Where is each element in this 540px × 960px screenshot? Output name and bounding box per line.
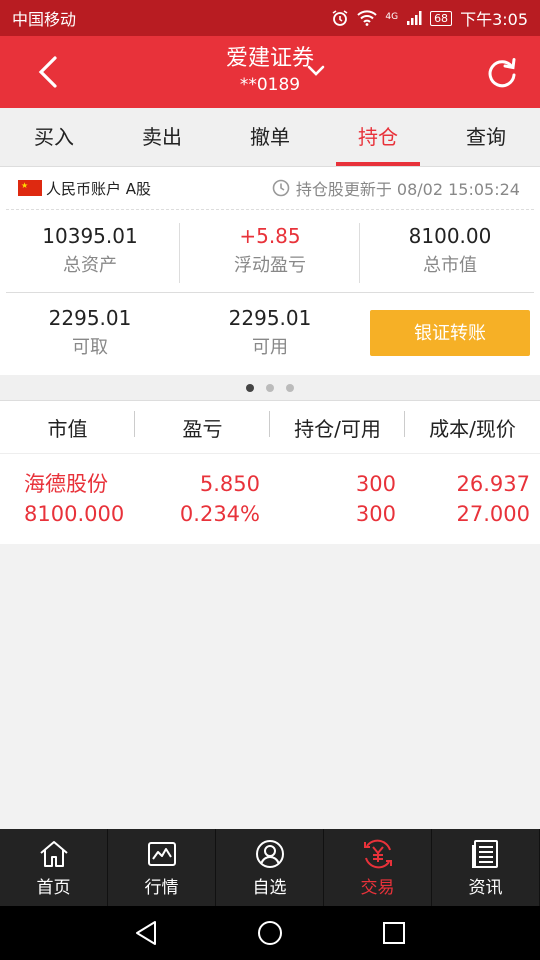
system-nav-bar	[0, 906, 540, 960]
stock-available: 300	[355, 502, 396, 526]
battery-icon: 68	[430, 10, 453, 26]
page-dot[interactable]	[286, 383, 294, 392]
total-assets: 10395.01 总资产	[0, 217, 180, 291]
nav-trade[interactable]: 交易	[324, 829, 432, 906]
column-position[interactable]: 持仓/可用	[270, 410, 405, 442]
column-market-value[interactable]: 市值	[0, 410, 135, 442]
wifi-icon	[357, 10, 378, 26]
status-icons: 4G 68 下午3:05	[331, 6, 528, 30]
square-recents-icon	[383, 922, 405, 944]
tab-buy[interactable]: 买入	[0, 108, 108, 166]
page-dot[interactable]	[266, 383, 274, 392]
total-assets-label: 总资产	[63, 255, 117, 276]
account-type[interactable]: ★ 人民币账户 A股	[18, 178, 151, 199]
network-type: 4G	[385, 12, 399, 22]
status-bar: 中国移动 4G 68 下午3:05	[0, 0, 540, 36]
nav-label: 首页	[36, 878, 71, 898]
bottom-nav: 首页 行情 自选 交易 资讯	[0, 829, 540, 906]
column-cost-price[interactable]: 成本/现价	[405, 413, 540, 442]
divider	[6, 292, 534, 293]
table-header: 市值 盈亏 持仓/可用 成本/现价	[0, 401, 540, 454]
floating-pnl-value: +5.85	[239, 224, 301, 248]
withdrawable-label: 可取	[72, 337, 108, 358]
nav-label: 行情	[144, 878, 179, 898]
table-row[interactable]: 海德股份 8100.000 5.850 0.234% 300 300 26.93…	[0, 469, 540, 533]
chart-icon	[147, 842, 176, 866]
page-title: 爱建证券	[225, 46, 314, 71]
total-assets-value: 10395.01	[42, 224, 138, 248]
tab-cancel[interactable]: 撤单	[216, 108, 324, 166]
app-header: 爱建证券 **0189	[0, 36, 540, 108]
floating-pnl-label: 浮动盈亏	[234, 255, 306, 276]
home-icon	[39, 841, 68, 867]
status-time: 下午3:05	[460, 10, 528, 29]
refresh-icon	[488, 58, 516, 88]
account-summary: ★ 人民币账户 A股 持仓股更新于 08/02 15:05:24 10395.0…	[0, 167, 540, 375]
system-home-button[interactable]	[253, 916, 287, 950]
market-value: 8100.00 总市值	[360, 217, 540, 291]
market-value-label: 总市值	[423, 255, 477, 276]
update-time-label: 持仓股更新于 08/02 15:05:24	[295, 180, 520, 199]
user-icon	[255, 840, 284, 868]
system-back-button[interactable]	[129, 916, 163, 950]
account-info-row: ★ 人民币账户 A股 持仓股更新于 08/02 15:05:24	[6, 167, 534, 210]
stock-price: 27.000	[456, 502, 530, 526]
floating-pnl: +5.85 浮动盈亏	[180, 217, 360, 291]
stock-pnl-pct: 0.234%	[179, 502, 260, 526]
withdrawable-value: 2295.01	[48, 306, 132, 330]
broker-switcher[interactable]: 爱建证券 **0189	[150, 44, 390, 100]
page-dot[interactable]	[246, 383, 254, 392]
account-type-label: 人民币账户 A股	[46, 179, 152, 198]
stock-position: 300	[355, 472, 396, 496]
stock-cost: 26.937	[456, 472, 530, 496]
nav-label: 资讯	[468, 878, 503, 898]
carrier-name: 中国移动	[12, 10, 77, 29]
bank-transfer-button[interactable]: 银证转账	[370, 310, 530, 356]
nav-market[interactable]: 行情	[108, 829, 216, 906]
news-icon	[471, 840, 498, 868]
tab-query[interactable]: 查询	[432, 108, 540, 166]
nav-label: 交易	[360, 878, 395, 898]
yuan-exchange-icon	[363, 839, 392, 869]
stock-market-value: 8100.000	[24, 502, 125, 526]
column-pnl[interactable]: 盈亏	[135, 410, 270, 442]
account-number: **0189	[239, 75, 301, 95]
china-flag-icon: ★	[18, 180, 42, 196]
nav-label: 自选	[252, 878, 287, 898]
stock-name: 海德股份	[24, 472, 108, 496]
page-indicator	[0, 375, 540, 400]
nav-news[interactable]: 资讯	[432, 829, 540, 906]
triangle-back-icon	[136, 921, 156, 945]
alarm-icon	[332, 10, 348, 26]
back-arrow-icon	[38, 56, 57, 88]
holdings-table: 市值 盈亏 持仓/可用 成本/现价 海德股份 8100.000 5.850 0.…	[0, 400, 540, 544]
back-button[interactable]	[28, 52, 68, 92]
tab-positions[interactable]: 持仓	[324, 108, 432, 166]
chevron-down-icon[interactable]	[305, 60, 327, 82]
signal-icon	[407, 11, 422, 25]
circle-home-icon	[258, 921, 282, 945]
asset-metrics: 10395.01 总资产 +5.85 浮动盈亏 8100.00 总市值	[0, 217, 540, 291]
available-funds: 2295.01 可用	[180, 299, 360, 371]
system-recents-button[interactable]	[377, 916, 411, 950]
update-time: 持仓股更新于 08/02 15:05:24	[272, 176, 520, 200]
market-value-value: 8100.00	[408, 224, 492, 248]
nav-home[interactable]: 首页	[0, 829, 108, 906]
trade-tabs: 买入 卖出 撤单 持仓 查询	[0, 108, 540, 167]
refresh-button[interactable]	[482, 52, 522, 92]
withdrawable-funds: 2295.01 可取	[0, 299, 180, 371]
clock-icon	[272, 179, 290, 197]
nav-watchlist[interactable]: 自选	[216, 829, 324, 906]
available-value: 2295.01	[228, 306, 312, 330]
available-label: 可用	[252, 337, 288, 358]
tab-sell[interactable]: 卖出	[108, 108, 216, 166]
stock-pnl: 5.850	[199, 472, 260, 496]
